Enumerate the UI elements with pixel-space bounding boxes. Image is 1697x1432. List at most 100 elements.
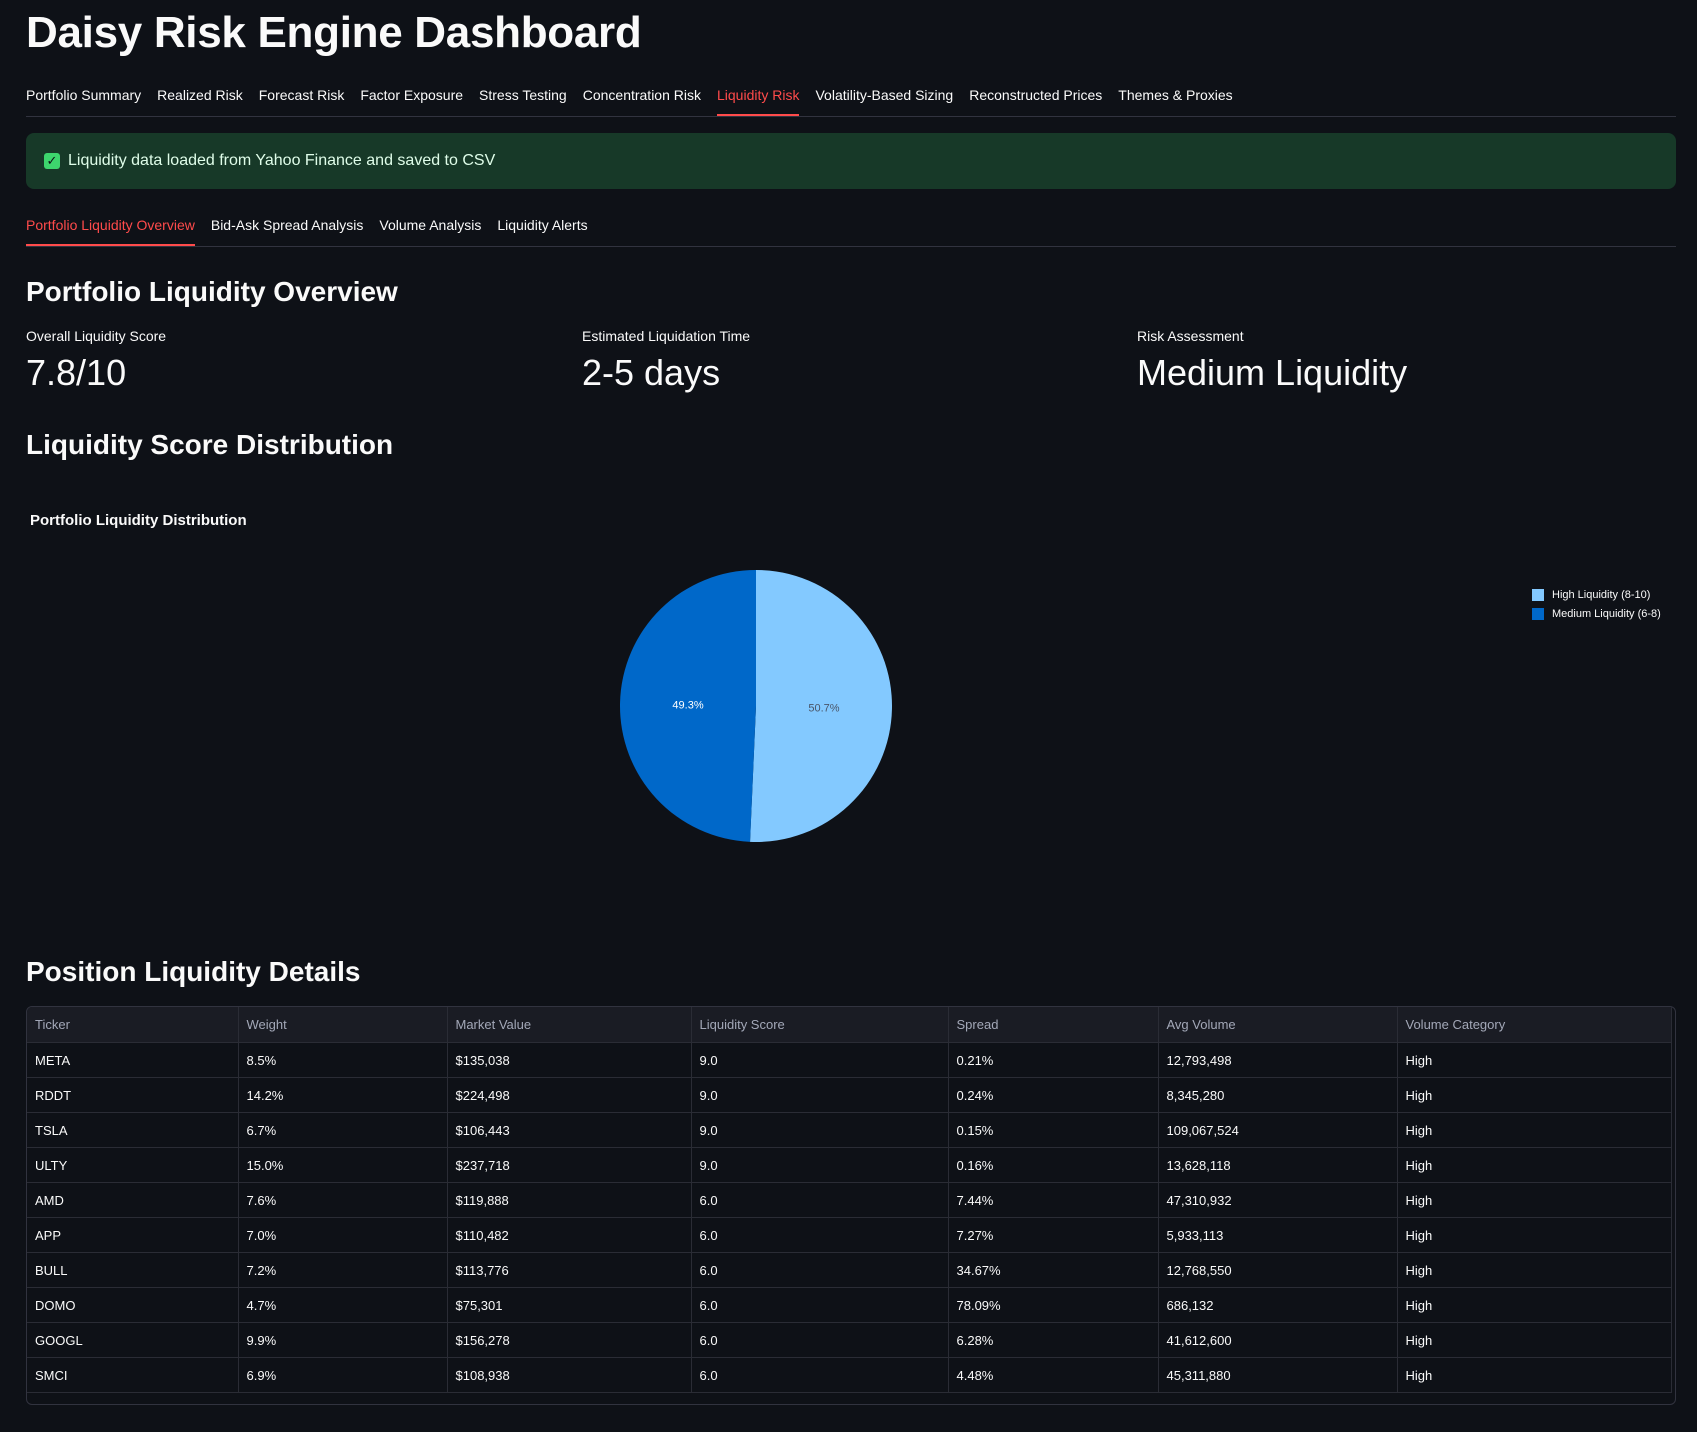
- metric-label: Estimated Liquidation Time: [582, 328, 751, 344]
- table-row[interactable]: SMCI 6.9% $108,938 6.0 4.48% 45,311,880 High: [27, 1357, 1672, 1393]
- table-cell: High: [1397, 1042, 1672, 1078]
- table-cell: DOMO: [27, 1287, 239, 1323]
- tab-volatility-based-sizing[interactable]: Volatility-Based Sizing: [815, 78, 953, 116]
- column-header[interactable]: Ticker: [27, 1007, 239, 1043]
- metric-liquidity-score: Overall Liquidity Score 7.8/10: [26, 328, 166, 394]
- table-cell: 6.7%: [238, 1112, 448, 1148]
- table-cell: $135,038: [447, 1042, 692, 1078]
- table-cell: High: [1397, 1112, 1672, 1148]
- table-cell: 686,132: [1158, 1287, 1398, 1323]
- tab-realized-risk[interactable]: Realized Risk: [157, 78, 243, 116]
- table-row[interactable]: AMD 7.6% $119,888 6.0 7.44% 47,310,932 High: [27, 1182, 1672, 1218]
- table-cell: 47,310,932: [1158, 1182, 1398, 1218]
- legend-label: High Liquidity (8-10): [1552, 588, 1651, 601]
- metric-label: Overall Liquidity Score: [26, 328, 167, 344]
- legend-swatch: [1532, 588, 1544, 601]
- metric-risk-assessment: Risk Assessment Medium Liquidity: [1137, 328, 1407, 394]
- table-cell: GOOGL: [27, 1322, 239, 1358]
- table-cell: TSLA: [27, 1112, 239, 1148]
- check-icon: ✓: [44, 153, 60, 169]
- subtab-bid-ask-spread-analysis[interactable]: Bid-Ask Spread Analysis: [211, 208, 364, 246]
- metric-value: Medium Liquidity: [1137, 352, 1408, 393]
- table-cell: 0.21%: [948, 1042, 1159, 1078]
- table-cell: RDDT: [27, 1077, 239, 1113]
- metric-value: 7.8/10: [26, 352, 127, 393]
- column-header[interactable]: Volume Category: [1397, 1007, 1672, 1043]
- tab-themes-proxies[interactable]: Themes & Proxies: [1118, 78, 1232, 116]
- table-cell: $224,498: [447, 1077, 692, 1113]
- table-cell: 7.0%: [238, 1217, 448, 1253]
- table-cell: 7.44%: [948, 1182, 1159, 1218]
- legend-item[interactable]: High Liquidity (8-10): [1532, 585, 1661, 604]
- details-heading: Position Liquidity Details: [26, 956, 361, 987]
- table-row[interactable]: TSLA 6.7% $106,443 9.0 0.15% 109,067,524 High: [27, 1112, 1672, 1148]
- table-cell: High: [1397, 1182, 1672, 1218]
- table-cell: 9.0: [691, 1042, 949, 1078]
- pie-chart[interactable]: 50.7% 49.3%: [620, 570, 892, 842]
- table-row[interactable]: ULTY 15.0% $237,718 9.0 0.16% 13,628,118 High: [27, 1147, 1672, 1183]
- table-row[interactable]: GOOGL 9.9% $156,278 6.0 6.28% 41,612,600 High: [27, 1322, 1672, 1358]
- column-header[interactable]: Liquidity Score: [691, 1007, 949, 1043]
- subtab-liquidity-alerts[interactable]: Liquidity Alerts: [497, 208, 587, 246]
- legend-item[interactable]: Medium Liquidity (6-8): [1532, 604, 1661, 623]
- table-row[interactable]: BULL 7.2% $113,776 6.0 34.67% 12,768,550 High: [27, 1252, 1672, 1288]
- column-header[interactable]: Avg Volume: [1158, 1007, 1398, 1043]
- tab-forecast-risk[interactable]: Forecast Risk: [259, 78, 345, 116]
- table-cell: 0.15%: [948, 1112, 1159, 1148]
- subtab-volume-analysis[interactable]: Volume Analysis: [379, 208, 481, 246]
- tab-stress-testing[interactable]: Stress Testing: [479, 78, 567, 116]
- alert-text: Liquidity data loaded from Yahoo Finance…: [68, 152, 496, 169]
- table-cell: 8.5%: [238, 1042, 448, 1078]
- table-cell: $237,718: [447, 1147, 692, 1183]
- table-cell: $119,888: [447, 1182, 692, 1218]
- table-cell: 6.0: [691, 1182, 949, 1218]
- table-cell: 6.9%: [238, 1357, 448, 1393]
- table-cell: High: [1397, 1217, 1672, 1253]
- table-cell: AMD: [27, 1182, 239, 1218]
- column-header[interactable]: Spread: [948, 1007, 1159, 1043]
- tab-portfolio-summary[interactable]: Portfolio Summary: [26, 78, 141, 116]
- table-cell: 0.16%: [948, 1147, 1159, 1183]
- table-cell: 14.2%: [238, 1077, 448, 1113]
- metric-label: Risk Assessment: [1137, 328, 1244, 344]
- tab-concentration-risk[interactable]: Concentration Risk: [583, 78, 701, 116]
- column-header[interactable]: Weight: [238, 1007, 448, 1043]
- table-cell: High: [1397, 1357, 1672, 1393]
- table-cell: SMCI: [27, 1357, 239, 1393]
- table-cell: 6.0: [691, 1357, 949, 1393]
- table-cell: 13,628,118: [1158, 1147, 1398, 1183]
- table-cell: BULL: [27, 1252, 239, 1288]
- column-header[interactable]: Market Value: [447, 1007, 692, 1043]
- tab-reconstructed-prices[interactable]: Reconstructed Prices: [969, 78, 1102, 116]
- table-cell: $113,776: [447, 1252, 692, 1288]
- main-tab-bar: Portfolio Summary Realized Risk Forecast R…: [26, 78, 1676, 117]
- liquidity-table[interactable]: Ticker Weight Market Value Liquidity Score S…: [26, 1006, 1676, 1405]
- table-row[interactable]: APP 7.0% $110,482 6.0 7.27% 5,933,113 High: [27, 1217, 1672, 1253]
- tab-liquidity-risk[interactable]: Liquidity Risk: [717, 78, 800, 116]
- metric-liquidation-time: Estimated Liquidation Time 2-5 days: [582, 328, 750, 394]
- table-cell: High: [1397, 1287, 1672, 1323]
- table-cell: 4.7%: [238, 1287, 448, 1323]
- table-header-row: Ticker Weight Market Value Liquidity Score S…: [27, 1007, 1672, 1043]
- table-row[interactable]: META 8.5% $135,038 9.0 0.21% 12,793,498 High: [27, 1042, 1672, 1078]
- subtab-portfolio-liquidity-overview[interactable]: Portfolio Liquidity Overview: [26, 208, 195, 246]
- table-cell: 9.0: [691, 1112, 949, 1148]
- table-cell: 4.48%: [948, 1357, 1159, 1393]
- table-cell: 45,311,880: [1158, 1357, 1398, 1393]
- table-row[interactable]: DOMO 4.7% $75,301 6.0 78.09% 686,132 High: [27, 1287, 1672, 1323]
- table-cell: 12,793,498: [1158, 1042, 1398, 1078]
- table-cell: 9.0: [691, 1147, 949, 1183]
- chart-title: Portfolio Liquidity Distribution: [30, 512, 247, 529]
- distribution-heading: Liquidity Score Distribution: [26, 429, 394, 460]
- table-cell: 0.24%: [948, 1077, 1159, 1113]
- chart-legend[interactable]: High Liquidity (8-10) Medium Liquidity (6…: [1532, 585, 1661, 623]
- table-cell: 12,768,550: [1158, 1252, 1398, 1288]
- table-cell: 34.67%: [948, 1252, 1159, 1288]
- tab-factor-exposure[interactable]: Factor Exposure: [360, 78, 463, 116]
- success-alert: ✓ Liquidity data loaded from Yahoo Finan…: [26, 133, 1676, 189]
- legend-swatch: [1532, 607, 1544, 620]
- table-cell: 6.28%: [948, 1322, 1159, 1358]
- table-cell: 5,933,113: [1158, 1217, 1398, 1253]
- table-row[interactable]: RDDT 14.2% $224,498 9.0 0.24% 8,345,280 High: [27, 1077, 1672, 1113]
- sub-tab-bar: Portfolio Liquidity Overview Bid-Ask Spre…: [26, 208, 1676, 247]
